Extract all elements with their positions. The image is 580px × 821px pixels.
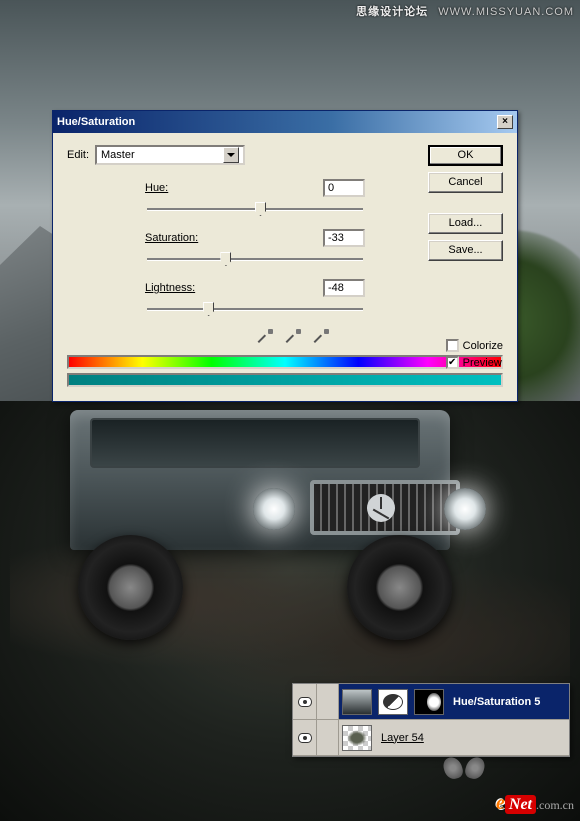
watermark-top: 思缘设计论坛 WWW.MISSYUAN.COM — [356, 3, 574, 19]
hue-saturation-dialog: Hue/Saturation × Edit: Master OK Cancel … — [52, 110, 518, 402]
edit-select-value: Master — [101, 149, 135, 161]
layers-panel: Hue/Saturation 5 Layer 54 — [292, 683, 570, 757]
layer-link-cell[interactable] — [317, 684, 339, 719]
layer-mask-thumbnail[interactable] — [414, 689, 444, 715]
lightness-input[interactable] — [323, 279, 365, 297]
adjustment-icon[interactable] — [378, 689, 408, 715]
eyedropper-subtract-icon[interactable] — [313, 329, 329, 345]
layer-name[interactable]: Hue/Saturation 5 — [453, 696, 540, 708]
watermark-net: Net — [505, 795, 536, 814]
watermark-top-en: WWW.MISSYUAN.COM — [438, 6, 574, 18]
preview-checkbox[interactable]: ✔ — [446, 356, 459, 369]
watermark-com: .com.cn — [536, 798, 574, 812]
saturation-label: Saturation: — [145, 232, 231, 244]
layer-thumbnail[interactable] — [342, 725, 372, 751]
eye-icon — [298, 697, 312, 707]
preview-label: Preview — [463, 357, 502, 369]
saturation-slider-block: Saturation: — [145, 229, 365, 267]
layer-visibility-toggle[interactable] — [293, 720, 317, 755]
layer-link-cell[interactable] — [317, 720, 339, 755]
mercedes-logo-icon — [367, 494, 395, 522]
load-button[interactable]: Load... — [428, 213, 503, 234]
hue-slider-thumb[interactable] — [255, 202, 266, 216]
dialog-titlebar[interactable]: Hue/Saturation × — [53, 111, 517, 133]
lightness-slider-block: Lightness: — [145, 279, 365, 317]
spectrum-after — [67, 373, 503, 387]
edit-label: Edit: — [67, 149, 89, 161]
lightness-label: Lightness: — [145, 282, 231, 294]
eye-icon — [298, 733, 312, 743]
chevron-down-icon[interactable] — [223, 147, 239, 163]
layer-name[interactable]: Layer 54 — [381, 732, 424, 744]
layer-row-layer54[interactable]: Layer 54 — [293, 720, 569, 756]
watermark-top-cn: 思缘设计论坛 — [356, 6, 428, 18]
eyedropper-icon[interactable] — [257, 329, 273, 345]
spectrum-before — [67, 355, 503, 369]
hue-slider[interactable] — [147, 201, 363, 217]
layer-visibility-toggle[interactable] — [293, 684, 317, 719]
layer-thumbnail[interactable] — [342, 689, 372, 715]
hue-label: Hue: — [145, 182, 231, 194]
cancel-button[interactable]: Cancel — [428, 172, 503, 193]
saturation-slider-thumb[interactable] — [220, 252, 231, 266]
dialog-title: Hue/Saturation — [57, 116, 135, 128]
lightness-slider[interactable] — [147, 301, 363, 317]
close-icon[interactable]: × — [497, 115, 513, 129]
hue-slider-block: Hue: — [145, 179, 365, 217]
background-car — [60, 400, 480, 620]
colorize-label: Colorize — [463, 340, 503, 352]
saturation-input[interactable] — [323, 229, 365, 247]
butterfly-icon — [444, 757, 484, 787]
saturation-slider[interactable] — [147, 251, 363, 267]
eyedropper-add-icon[interactable] — [285, 329, 301, 345]
colorize-checkbox[interactable] — [446, 339, 459, 352]
watermark-bottom: eNet.com.cn — [496, 792, 574, 815]
ok-button[interactable]: OK — [428, 145, 503, 166]
save-button[interactable]: Save... — [428, 240, 503, 261]
watermark-e: e — [496, 792, 505, 814]
lightness-slider-thumb[interactable] — [203, 302, 214, 316]
hue-input[interactable] — [323, 179, 365, 197]
edit-select[interactable]: Master — [95, 145, 245, 165]
layer-row-hue-saturation[interactable]: Hue/Saturation 5 — [293, 684, 569, 720]
